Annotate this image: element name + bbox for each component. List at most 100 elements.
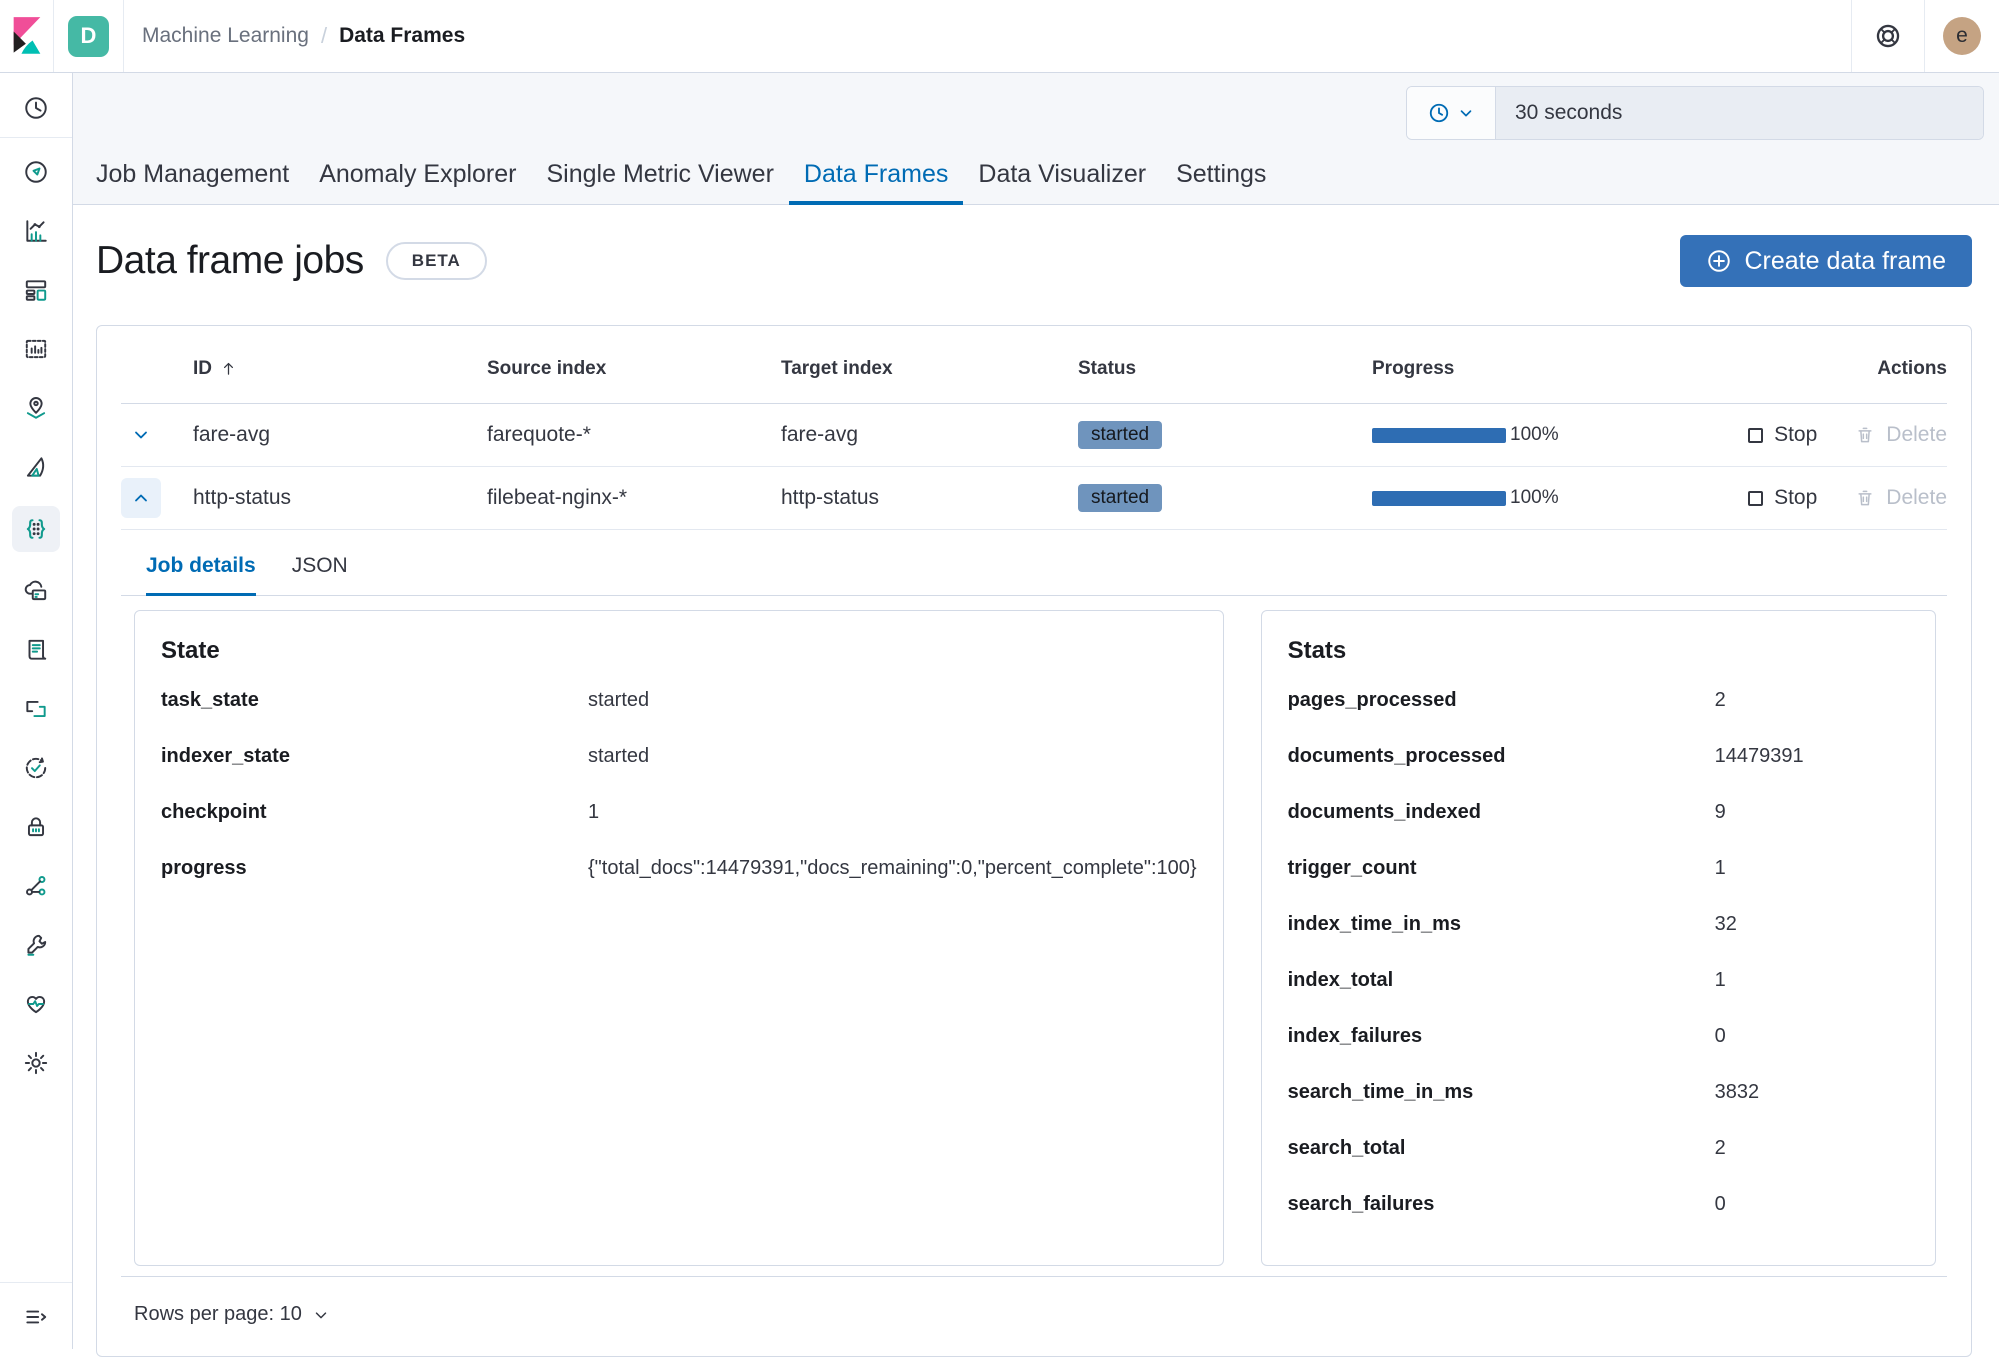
cell-source-index: farequote-* [487, 423, 781, 447]
state-value: started [588, 685, 1197, 715]
delete-action[interactable]: Delete [1855, 423, 1947, 447]
stats-row: search_failures 0 [1288, 1189, 1909, 1219]
detail-tabs: Job details JSON [121, 530, 1947, 596]
column-header-id[interactable]: ID [193, 358, 487, 380]
compass-icon [23, 159, 49, 185]
stats-label: documents_indexed [1288, 797, 1715, 827]
canvas-icon [23, 336, 49, 362]
chevron-down-icon [131, 425, 151, 445]
state-value: 1 [588, 797, 1197, 827]
space-switcher[interactable]: D [68, 16, 109, 57]
tab-anomaly-explorer[interactable]: Anomaly Explorer [304, 147, 531, 205]
tab-single-metric-viewer[interactable]: Single Metric Viewer [532, 147, 789, 205]
stats-row: documents_processed 14479391 [1288, 741, 1909, 771]
table-header-row: ID Source index Target index Status Prog… [121, 334, 1947, 404]
state-card: State task_state started indexer_state s… [134, 610, 1224, 1266]
page-body: Data frame jobs BETA Create data frame I… [73, 232, 1999, 1357]
stats-label: trigger_count [1288, 853, 1715, 883]
breadcrumb-machine-learning[interactable]: Machine Learning [142, 24, 309, 48]
state-label: task_state [161, 685, 588, 715]
tab-data-frames[interactable]: Data Frames [789, 147, 963, 205]
column-header-progress[interactable]: Progress [1372, 358, 1668, 380]
kibana-logo[interactable] [0, 0, 53, 72]
stop-action[interactable]: Stop [1748, 423, 1817, 447]
expand-row-button-fare-avg[interactable] [121, 415, 161, 455]
sidebar-item-dev-tools[interactable] [15, 925, 57, 965]
sidebar-item-infrastructure[interactable] [15, 571, 57, 611]
stats-value: 1 [1715, 853, 1909, 883]
stats-value: 2 [1715, 1133, 1909, 1163]
uptime-check-icon [23, 755, 49, 781]
header-divider [53, 0, 54, 72]
cell-id: fare-avg [193, 423, 487, 447]
collapse-row-button-http-status[interactable] [121, 478, 161, 518]
sidebar-item-discover[interactable] [15, 152, 57, 192]
kibana-logo-icon [9, 16, 45, 56]
heartbeat-icon [23, 991, 49, 1017]
sidebar-item-monitoring[interactable] [15, 984, 57, 1024]
tab-job-details[interactable]: Job details [146, 554, 256, 596]
stats-card: Stats pages_processed 2 documents_proces… [1261, 610, 1936, 1266]
fin-icon [23, 454, 49, 480]
sidebar-item-dashboard[interactable] [15, 270, 57, 310]
trash-icon [1855, 424, 1875, 446]
stop-action[interactable]: Stop [1748, 486, 1817, 510]
time-picker-quick-menu[interactable] [1407, 87, 1496, 139]
sidebar-item-machine-learning[interactable] [12, 506, 60, 552]
create-data-frame-button[interactable]: Create data frame [1680, 235, 1973, 287]
tab-settings[interactable]: Settings [1161, 147, 1281, 205]
sidebar-item-logs[interactable] [15, 630, 57, 670]
delete-action[interactable]: Delete [1855, 486, 1947, 510]
tab-job-management[interactable]: Job Management [81, 147, 304, 205]
sidebar-item-visualize[interactable] [15, 211, 57, 251]
progress-bar [1372, 491, 1506, 506]
cell-target-index: http-status [781, 486, 1078, 510]
state-card-title: State [161, 637, 1197, 665]
stats-row: pages_processed 2 [1288, 685, 1909, 715]
column-header-status[interactable]: Status [1078, 358, 1372, 380]
tab-data-visualizer[interactable]: Data Visualizer [963, 147, 1161, 205]
gear-icon [23, 1050, 49, 1076]
sidebar-item-management[interactable] [15, 1043, 57, 1083]
sidebar-item-recently-viewed[interactable] [15, 88, 57, 128]
sidebar-item-apm[interactable] [15, 447, 57, 487]
top-bar-right: e [1851, 0, 1999, 72]
sidebar-item-code[interactable] [15, 689, 57, 729]
column-header-source-index[interactable]: Source index [487, 358, 781, 380]
code-blocks-icon [23, 696, 49, 722]
sidebar-item-maps[interactable] [15, 388, 57, 428]
help-menu-button[interactable] [1852, 0, 1924, 72]
user-avatar[interactable]: e [1943, 17, 1981, 55]
stats-row: index_failures 0 [1288, 1021, 1909, 1051]
stats-value: 14479391 [1715, 741, 1909, 771]
page-title: Data frame jobs [96, 239, 364, 283]
sidebar-item-uptime[interactable] [15, 748, 57, 788]
stats-value: 32 [1715, 909, 1909, 939]
state-label: progress [161, 853, 588, 883]
sidebar-item-canvas[interactable] [15, 329, 57, 369]
sidebar-collapse-button[interactable] [15, 1297, 57, 1337]
status-badge: started [1078, 421, 1162, 449]
state-value: started [588, 741, 1197, 771]
life-ring-icon [1874, 22, 1902, 50]
scroll-icon [23, 637, 49, 663]
sidebar-item-siem[interactable] [15, 807, 57, 847]
cell-actions: Stop Delete [1668, 486, 1947, 510]
column-header-actions: Actions [1668, 358, 1947, 380]
stats-label: pages_processed [1288, 685, 1715, 715]
chevron-up-icon [131, 488, 151, 508]
cell-source-index: filebeat-nginx-* [487, 486, 781, 510]
tab-json[interactable]: JSON [292, 554, 348, 596]
delete-label: Delete [1886, 423, 1947, 447]
stats-label: search_time_in_ms [1288, 1077, 1715, 1107]
column-header-target-index[interactable]: Target index [781, 358, 1078, 380]
sidebar-item-graph[interactable] [15, 866, 57, 906]
stats-row: index_time_in_ms 32 [1288, 909, 1909, 939]
stats-label: search_failures [1288, 1189, 1715, 1219]
graph-nodes-icon [23, 873, 49, 899]
ml-nav-tabs: Job Management Anomaly Explorer Single M… [81, 147, 1281, 205]
time-picker-value[interactable]: 30 seconds [1496, 87, 1983, 139]
sort-arrow-up-icon [220, 360, 237, 377]
rows-per-page-button[interactable]: Rows per page: 10 [134, 1303, 330, 1326]
plus-circle-icon [1706, 248, 1732, 274]
